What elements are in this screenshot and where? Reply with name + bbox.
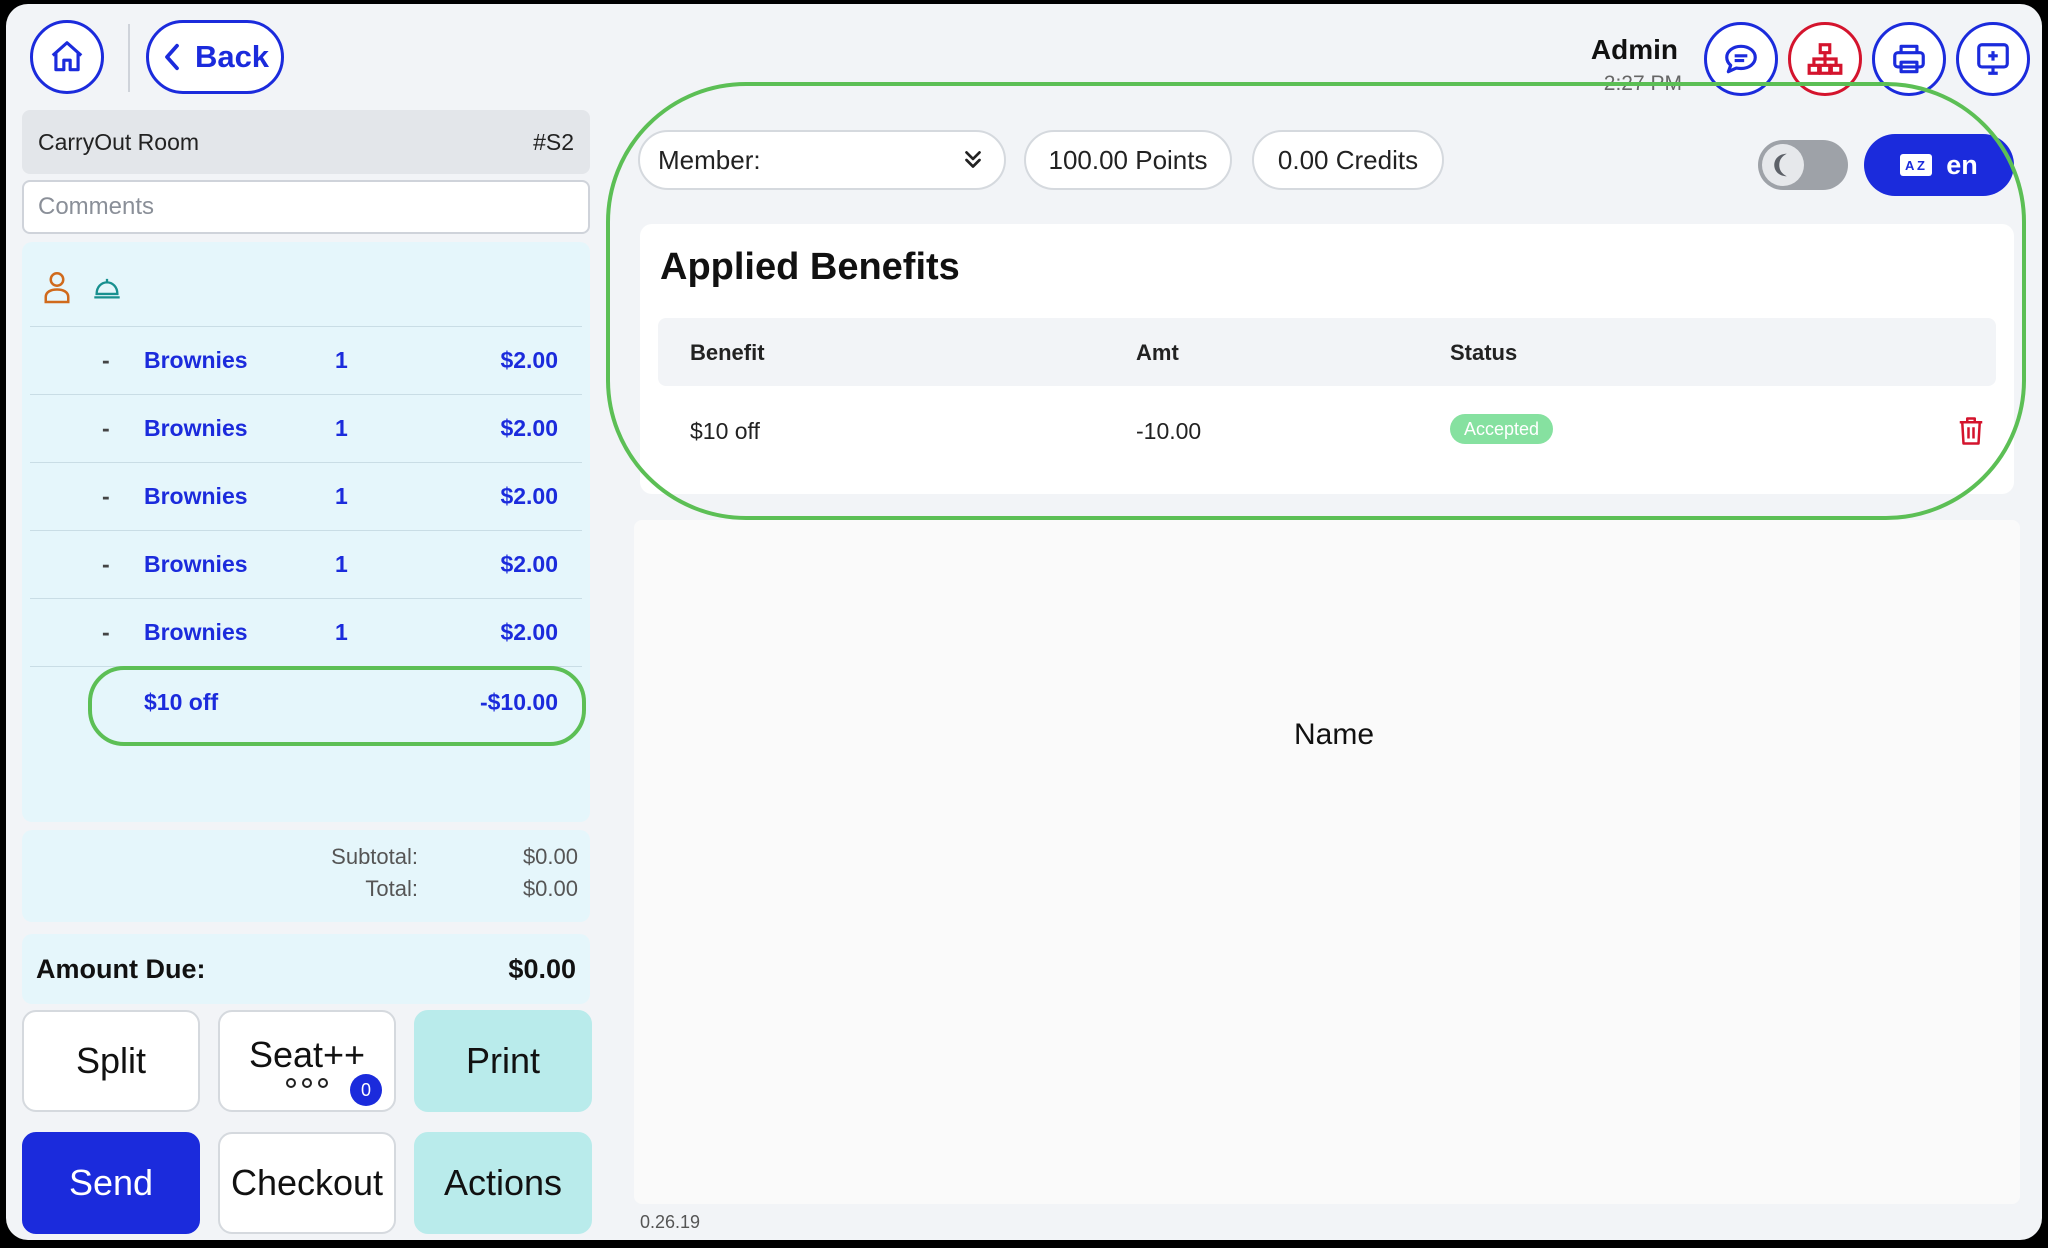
clock-time: 2:27 PM [1603,72,1682,95]
trash-icon[interactable] [1956,414,1986,448]
svg-text:Z: Z [1917,158,1925,173]
item-qty: 1 [335,551,348,577]
app-version: 0.26.19 [640,1212,701,1232]
home-icon [51,41,83,72]
translate-icon: AZ [1900,154,1933,176]
item-price: $2.00 [500,483,558,509]
subtotal-value: $0.00 [522,844,578,869]
svg-text:A: A [1905,158,1915,173]
name-label: Name [1293,718,1375,751]
seat-label: Seat++ [248,1034,366,1075]
benefits-table-header: Benefit Amt Status [658,318,1996,386]
moon-icon [1774,153,1787,177]
comments-input[interactable] [22,180,590,234]
item-prefix: - [102,551,110,577]
benefit-amount: -10.00 [1136,418,1202,444]
pos-screen: Back Admin 2:27 PM CarryOut Room #S2 - B… [6,4,2042,1240]
status-badge: Accepted [1450,414,1554,444]
total-value: $0.00 [522,876,578,901]
member-label: Member: [658,144,761,175]
applied-benefits-card: Applied Benefits Benefit Amt Status $10 … [640,224,2014,494]
chevron-left-icon [165,43,179,71]
item-name: Brownies [144,619,248,645]
dark-mode-toggle[interactable] [1758,140,1848,190]
item-name: Brownies [144,415,248,441]
member-select[interactable]: Member: [638,130,1006,190]
back-label: Back [194,39,270,74]
printer-icon [1893,44,1925,74]
add-screen-button[interactable] [1956,22,2030,96]
benefit-row: $10 off -10.00 Accepted [658,386,1996,476]
order-item-row[interactable]: - Brownies 1 $2.00 [30,394,582,462]
item-qty: 1 [335,619,348,645]
benefit-name: $10 off [690,418,760,444]
toggle-knob [1762,144,1804,186]
user-name: Admin [1590,34,1678,65]
actions-button[interactable]: Actions [414,1132,592,1234]
item-price: $2.00 [500,415,558,441]
col-status: Status [1450,340,1518,365]
order-item-row[interactable]: - Brownies 1 $2.00 [30,462,582,530]
messages-button[interactable] [1704,22,1778,96]
discount-name: $10 off [144,689,219,715]
language-button[interactable]: AZ en [1864,134,2014,196]
split-button[interactable]: Split [22,1010,200,1112]
checkout-button[interactable]: Checkout [218,1132,396,1234]
item-price: $2.00 [500,551,558,577]
person-icon[interactable] [42,270,72,304]
item-name: Brownies [144,347,248,373]
item-price: $2.00 [500,619,558,645]
print-button[interactable]: Print [414,1010,592,1112]
totals-panel: Subtotal: $0.00 Total: $0.00 [22,830,590,922]
seat-dots-icon [286,1078,328,1088]
ticket-number: #S2 [533,128,574,155]
seat-button[interactable]: Seat++ 0 [218,1010,396,1112]
item-qty: 1 [335,347,348,373]
credits-badge[interactable]: 0.00 Credits [1252,130,1444,190]
item-price: $2.00 [500,347,558,373]
total-label: Total: [365,876,418,901]
item-prefix: - [102,619,110,645]
applied-benefits-title: Applied Benefits [660,246,960,288]
order-item-row[interactable]: - Brownies 1 $2.00 [30,326,582,394]
back-button[interactable]: Back [146,20,284,94]
print-button-top[interactable] [1872,22,1946,96]
item-prefix: - [102,483,110,509]
send-button[interactable]: Send [22,1132,200,1234]
chat-bubble-icon [1725,44,1757,74]
amount-due-label: Amount Due: [36,953,206,984]
order-icons [42,270,122,304]
item-qty: 1 [335,415,348,441]
discount-row[interactable]: $10 off -$10.00 [30,666,582,734]
home-button[interactable] [30,20,104,94]
amount-due-bar: Amount Due: $0.00 [22,934,590,1004]
order-item-row[interactable]: - Brownies 1 $2.00 [30,598,582,666]
chevrons-down-icon [965,151,981,168]
item-name: Brownies [144,551,248,577]
points-badge[interactable]: 100.00 Points [1024,130,1232,190]
item-name: Brownies [144,483,248,509]
monitor-plus-icon [1977,43,2009,75]
item-qty: 1 [335,483,348,509]
item-prefix: - [102,347,110,373]
discount-amount: -$10.00 [479,689,558,715]
network-button[interactable] [1788,22,1862,96]
seat-count-badge: 0 [350,1074,382,1106]
col-amt: Amt [1136,340,1179,365]
subtotal-label: Subtotal: [331,844,418,869]
toolbar-divider [128,24,130,92]
item-prefix: - [102,415,110,441]
sitemap-icon [1807,43,1843,75]
language-code: en [1946,149,1978,180]
order-item-row[interactable]: - Brownies 1 $2.00 [30,530,582,598]
order-items-list: - Brownies 1 $2.00 - Brownies 1 $2.00 - … [22,242,590,822]
name-panel: Name [634,520,2020,1204]
room-bar: CarryOut Room #S2 [22,110,590,174]
room-name: CarryOut Room [38,128,200,155]
amount-due-value: $0.00 [508,953,576,984]
col-benefit: Benefit [690,340,765,365]
service-bell-icon[interactable] [92,270,122,304]
